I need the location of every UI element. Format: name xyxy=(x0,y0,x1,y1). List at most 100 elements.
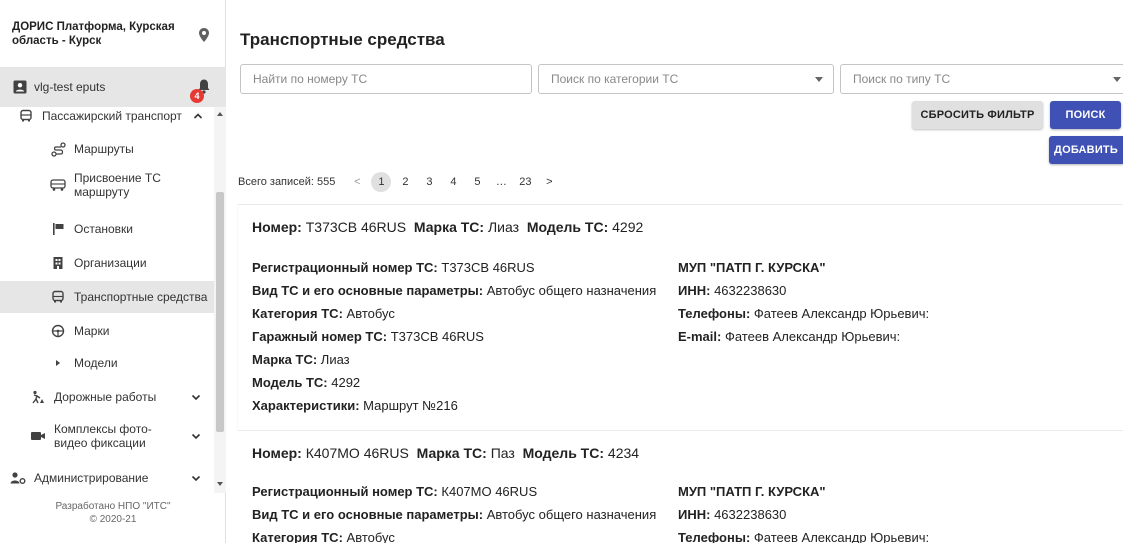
sidebar-item-label: Администрирование xyxy=(34,471,149,485)
search-number-field[interactable] xyxy=(240,64,532,94)
admin-icon xyxy=(10,470,26,486)
organization-details: МУП "ПАТП Г. КУРСКА" ИНН: 4632238630 Тел… xyxy=(678,484,930,543)
notification-count-badge: 4 xyxy=(190,89,204,103)
sidebar-item-label: Комплексы фото-видео фиксации xyxy=(54,422,152,450)
sidebar-item-label: Пассажирский транспорт xyxy=(42,109,182,123)
pagination-ellipsis: … xyxy=(495,176,507,188)
brand-icon xyxy=(50,323,66,339)
sidebar-item-brands[interactable]: Марки xyxy=(0,317,214,345)
user-name: vlg-test eputs xyxy=(34,80,106,94)
category-value: Автобус xyxy=(346,530,395,543)
phones-value: Фатеев Александр Юрьевич: xyxy=(753,306,930,321)
vehicle-model: 4234 xyxy=(607,445,640,461)
stop-icon xyxy=(50,221,66,237)
chevron-down-icon[interactable] xyxy=(190,430,202,442)
reg-number-value: Т373СВ 46RUS xyxy=(441,260,535,275)
vehicle-details: Регистрационный номер ТС: К407МО 46RUS В… xyxy=(252,484,657,543)
sidebar: ДОРИС Платформа, Курская область - Курск… xyxy=(0,0,226,543)
vehicle-number: К407МО 46RUS xyxy=(305,445,409,461)
pagination-prev[interactable]: < xyxy=(345,172,369,192)
sidebar-item-roadworks[interactable]: Дорожные работы xyxy=(0,383,214,411)
sidebar-item-label: Остановки xyxy=(74,222,133,236)
add-button[interactable]: ДОБАВИТЬ xyxy=(1049,136,1123,164)
chevron-down-icon[interactable] xyxy=(190,391,202,403)
sidebar-item-label: Дорожные работы xyxy=(54,390,157,404)
sidebar-item-passenger-transport[interactable]: Пассажирский транспорт xyxy=(0,107,214,125)
sidebar-item-label: Модели xyxy=(74,356,118,370)
sidebar-menu: Пассажирский транспорт Маршруты Присвоен… xyxy=(0,107,214,493)
search-number-input[interactable] xyxy=(241,65,531,93)
org-name: МУП "ПАТП Г. КУРСКА" xyxy=(678,260,826,275)
page-4[interactable]: 4 xyxy=(441,172,465,192)
sidebar-item-label: Присвоение ТС маршруту xyxy=(74,171,161,199)
play-icon xyxy=(50,355,66,371)
sidebar-item-stops[interactable]: Остановки xyxy=(0,215,214,243)
phones-value: Фатеев Александр Юрьевич: xyxy=(753,530,930,543)
sidebar-item-label: Марки xyxy=(74,324,110,338)
inn-value: 4632238630 xyxy=(714,507,787,522)
sidebar-item-organizations[interactable]: Организации xyxy=(0,249,214,277)
search-type-input[interactable] xyxy=(841,65,1123,93)
page-1[interactable]: 1 xyxy=(371,172,392,192)
sidebar-item-photo-video[interactable]: Комплексы фото-видео фиксации xyxy=(0,419,214,453)
vehicle-card: Номер: Т373СВ 46RUS Марка ТС: Лиаз Модел… xyxy=(238,204,1123,430)
reg-number-value: К407МО 46RUS xyxy=(441,484,538,499)
characteristics-value: Маршрут №216 xyxy=(363,398,458,413)
sidebar-item-assign-vehicle[interactable]: Присвоение ТС маршруту xyxy=(0,169,214,201)
sidebar-scrollbar-thumb[interactable] xyxy=(216,192,224,432)
dropdown-arrow-icon[interactable] xyxy=(1113,77,1121,82)
brand-value: Лиаз xyxy=(320,352,350,367)
search-category-select[interactable] xyxy=(538,64,834,94)
org-selector[interactable]: ДОРИС Платформа, Курская область - Курск xyxy=(0,0,226,67)
camera-icon xyxy=(30,428,46,444)
bus-icon xyxy=(18,108,34,124)
user-panel[interactable]: vlg-test eputs 4 xyxy=(0,67,226,107)
sidebar-item-models[interactable]: Модели xyxy=(0,349,214,377)
vehicle-card-header[interactable]: Номер: К407МО 46RUS Марка ТС: Паз Модель… xyxy=(252,445,639,461)
page-2[interactable]: 2 xyxy=(393,172,417,192)
dropdown-arrow-icon[interactable] xyxy=(815,77,823,82)
sidebar-item-routes[interactable]: Маршруты xyxy=(0,135,214,163)
sidebar-footer: Разработано НПО "ИТС" © 2020-21 xyxy=(0,500,226,526)
vehicle-card-header[interactable]: Номер: Т373СВ 46RUS Марка ТС: Лиаз Модел… xyxy=(252,219,643,235)
vehicle-brand: Лиаз xyxy=(487,219,520,235)
page-5[interactable]: 5 xyxy=(465,172,489,192)
model-value: 4292 xyxy=(331,375,361,390)
developer-credit: Разработано НПО "ИТС" xyxy=(55,501,171,512)
page-23[interactable]: 23 xyxy=(513,172,537,192)
chevron-down-icon[interactable] xyxy=(190,472,202,484)
kind-value: Автобус общего назначения xyxy=(486,283,657,298)
category-value: Автобус xyxy=(346,306,395,321)
search-category-input[interactable] xyxy=(539,65,833,93)
email-value: Фатеев Александр Юрьевич: xyxy=(724,329,901,344)
search-button[interactable]: ПОИСК xyxy=(1050,101,1121,129)
pagination-next[interactable]: > xyxy=(537,172,561,192)
inn-value: 4632238630 xyxy=(714,283,787,298)
bus-assign-icon xyxy=(50,177,66,193)
vehicle-icon xyxy=(50,289,66,305)
vehicle-details: Регистрационный номер ТС: Т373СВ 46RUS В… xyxy=(252,260,657,413)
building-icon xyxy=(50,255,66,271)
reset-filter-button[interactable]: СБРОСИТЬ ФИЛЬТР xyxy=(912,101,1043,129)
page-3[interactable]: 3 xyxy=(417,172,441,192)
vehicle-card: Номер: К407МО 46RUS Марка ТС: Паз Модель… xyxy=(238,430,1123,543)
chevron-up-icon[interactable] xyxy=(192,110,204,122)
page-title: Транспортные средства xyxy=(240,30,445,49)
sidebar-item-label: Организации xyxy=(74,256,147,270)
org-name: ДОРИС Платформа, Курская область - Курск xyxy=(12,21,175,47)
kind-value: Автобус общего назначения xyxy=(486,507,657,522)
scroll-down-arrow-icon[interactable] xyxy=(216,480,224,488)
sidebar-item-vehicles[interactable]: Транспортные средства xyxy=(0,281,214,313)
sidebar-item-label: Транспортные средства xyxy=(74,290,208,304)
copyright: © 2020-21 xyxy=(89,514,137,525)
sidebar-item-label: Маршруты xyxy=(74,142,134,156)
search-type-select[interactable] xyxy=(840,64,1123,94)
garage-value: Т373СВ 46RUS xyxy=(390,329,484,344)
total-records: Всего записей: 555 xyxy=(238,176,336,188)
scroll-up-arrow-icon[interactable] xyxy=(216,110,224,118)
org-name: МУП "ПАТП Г. КУРСКА" xyxy=(678,484,826,499)
sidebar-item-administration[interactable]: Администрирование xyxy=(0,465,214,491)
pagination: Всего записей: 555 < 1 2 3 4 5 … 23 > xyxy=(238,172,561,192)
location-pin-icon[interactable] xyxy=(196,27,212,43)
vehicle-number: Т373СВ 46RUS xyxy=(305,219,407,235)
